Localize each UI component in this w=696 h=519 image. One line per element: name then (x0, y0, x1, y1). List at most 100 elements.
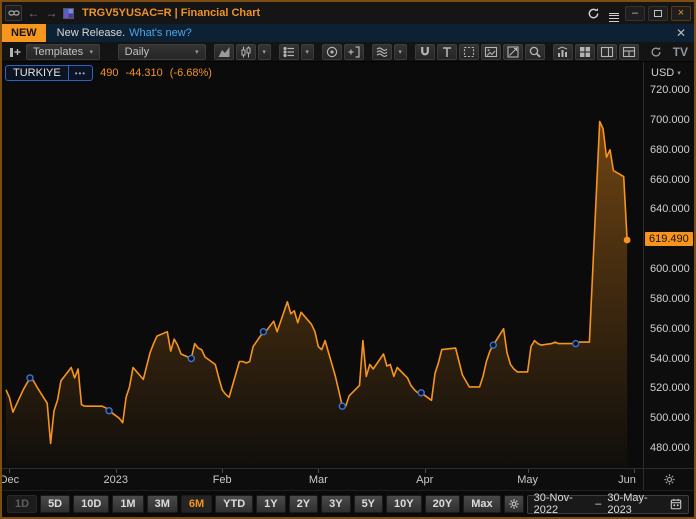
minimize-button[interactable]: – (625, 5, 645, 21)
candlestick-chevron-icon[interactable]: ▾ (257, 43, 271, 60)
period-button-max[interactable]: Max (463, 495, 501, 513)
axis-settings-gear-icon[interactable] (663, 473, 676, 486)
title-bar: ← → TRGV5YUSAC=R | Financial Chart – × (2, 2, 694, 24)
layout-grid-button[interactable] (574, 43, 595, 60)
events-button[interactable] (321, 43, 342, 60)
axis-settings-footer (644, 468, 694, 490)
reload-chart-icon[interactable] (648, 44, 665, 60)
back-arrow-icon[interactable]: ← (27, 5, 40, 21)
x-axis-label: Mar (308, 474, 328, 486)
series-legend: TURKIYE ••• 490 -44.310 (-6.68%) (5, 65, 212, 81)
image-tool-button[interactable] (480, 43, 501, 60)
event-marker[interactable] (187, 354, 196, 363)
range-end: 30-May-2023 (607, 492, 648, 516)
event-marker[interactable] (26, 374, 34, 382)
link-channel-icon[interactable] (5, 5, 22, 21)
series-chip[interactable]: TURKIYE ••• (5, 65, 94, 81)
zoom-tool-button[interactable] (524, 43, 545, 60)
templates-label: Templates (33, 45, 84, 58)
event-marker[interactable] (105, 407, 113, 415)
text-tool-icon[interactable] (436, 43, 457, 60)
series-more-icon[interactable]: ••• (67, 66, 92, 80)
event-marker[interactable] (417, 389, 425, 397)
price-plot[interactable]: TURKIYE ••• 490 -44.310 (-6.68%) (2, 62, 643, 468)
period-bar: 1D 5D 10D 1M 3M 6M YTD 1Y 2Y 3Y 5Y 10Y 20Y Max 30-Nov… (2, 490, 694, 517)
x-axis-label: Feb (212, 474, 232, 486)
window-title: TRGV5YUSAC=R | Financial Chart (82, 7, 261, 19)
y-axis-label: 520.000 (650, 382, 690, 395)
y-axis-label: 560.000 (650, 322, 690, 335)
details-panel-button[interactable] (618, 43, 639, 60)
chevron-down-icon: ▾ (89, 48, 93, 56)
date-range-picker[interactable]: 30-Nov-2022 – 30-May-2023 (526, 492, 689, 516)
add-chart-icon[interactable] (6, 44, 23, 60)
interval-label: Daily (124, 45, 150, 58)
y-axis-label: 720.000 (650, 84, 690, 97)
x-axis-tick (318, 469, 320, 473)
period-button-10y[interactable]: 10Y (386, 495, 422, 513)
currency-dropdown[interactable]: USD ▾ (651, 67, 681, 79)
series-change-pct: (-6.68%) (169, 67, 212, 79)
notification-bar: NEW New Release. What's new? ✕ (2, 24, 694, 42)
maximize-button[interactable] (648, 5, 668, 21)
period-button-1d: 1D (7, 495, 38, 513)
event-marker[interactable] (259, 328, 268, 336)
whats-new-link[interactable]: What's new? (129, 27, 192, 39)
magnet-snap-button[interactable] (414, 43, 435, 60)
app-window: ← → TRGV5YUSAC=R | Financial Chart – × N… (0, 0, 696, 519)
period-button-1m[interactable]: 1M (112, 495, 144, 513)
series-last-value: 490 (100, 67, 119, 79)
y-axis-label: 480.000 (650, 442, 690, 454)
x-axis-tick (9, 469, 11, 473)
period-button-1y[interactable]: 1Y (256, 495, 286, 513)
x-axis[interactable]: Dec 2023 Feb Mar Apr May Jun (2, 468, 643, 490)
period-button-5y[interactable]: 5Y (353, 495, 384, 513)
y-axis-label: 660.000 (650, 173, 690, 186)
x-axis-tick (115, 469, 117, 473)
x-axis-tick (222, 469, 224, 473)
y-axis-label: 640.000 (650, 203, 690, 216)
series-name: TURKIYE (13, 67, 61, 79)
templates-dropdown[interactable]: Templates ▾ (26, 43, 100, 60)
add-axis-button[interactable] (343, 43, 364, 60)
y-axis-label: 600.000 (650, 263, 690, 276)
period-button-20y[interactable]: 20Y (424, 495, 461, 513)
event-marker[interactable] (572, 339, 580, 348)
close-button[interactable]: × (671, 5, 691, 21)
side-panel-button[interactable] (596, 43, 617, 60)
x-axis-label: Dec (0, 474, 20, 486)
period-button-6m[interactable]: 6M (180, 495, 213, 513)
indicators-chevron-icon[interactable]: ▾ (300, 43, 314, 60)
range-start: 30-Nov-2022 (533, 492, 573, 516)
compare-button[interactable] (371, 43, 392, 60)
period-button-5d[interactable]: 5D (40, 495, 71, 513)
refresh-icon[interactable] (585, 5, 602, 21)
period-button-ytd[interactable]: YTD (215, 495, 254, 513)
event-marker[interactable] (338, 402, 346, 410)
flip-tool-button[interactable] (502, 43, 523, 60)
new-badge: NEW (2, 24, 46, 42)
x-axis-tick (527, 469, 529, 473)
menu-icon[interactable] (605, 5, 622, 22)
indicators-button[interactable] (278, 43, 299, 60)
period-button-10d[interactable]: 10D (73, 495, 110, 513)
candlestick-button[interactable] (235, 43, 256, 60)
forward-arrow-icon[interactable]: → (45, 5, 58, 21)
period-settings-gear-icon[interactable] (503, 495, 524, 513)
x-axis-tick (424, 469, 426, 473)
notification-close-icon[interactable]: ✕ (676, 26, 686, 40)
event-marker[interactable] (489, 341, 497, 349)
chart-style-button[interactable] (552, 43, 573, 60)
compare-chevron-icon[interactable]: ▾ (393, 43, 407, 60)
period-button-3y[interactable]: 3Y (321, 495, 351, 513)
period-button-3m[interactable]: 3M (146, 495, 178, 513)
y-axis-label: 540.000 (650, 352, 690, 365)
x-axis-label: Apr (416, 474, 434, 486)
interval-dropdown[interactable]: Daily ▾ (117, 43, 206, 60)
tradingview-logo: TV (672, 44, 688, 59)
chart-type-area-button[interactable] (213, 43, 234, 60)
y-axis[interactable]: USD ▾ 619.490 480.000 500.000 520.000 540.0… (643, 62, 694, 490)
period-button-2y[interactable]: 2Y (288, 495, 319, 513)
x-axis-tick (634, 469, 635, 473)
selection-tool-button[interactable] (458, 43, 479, 60)
